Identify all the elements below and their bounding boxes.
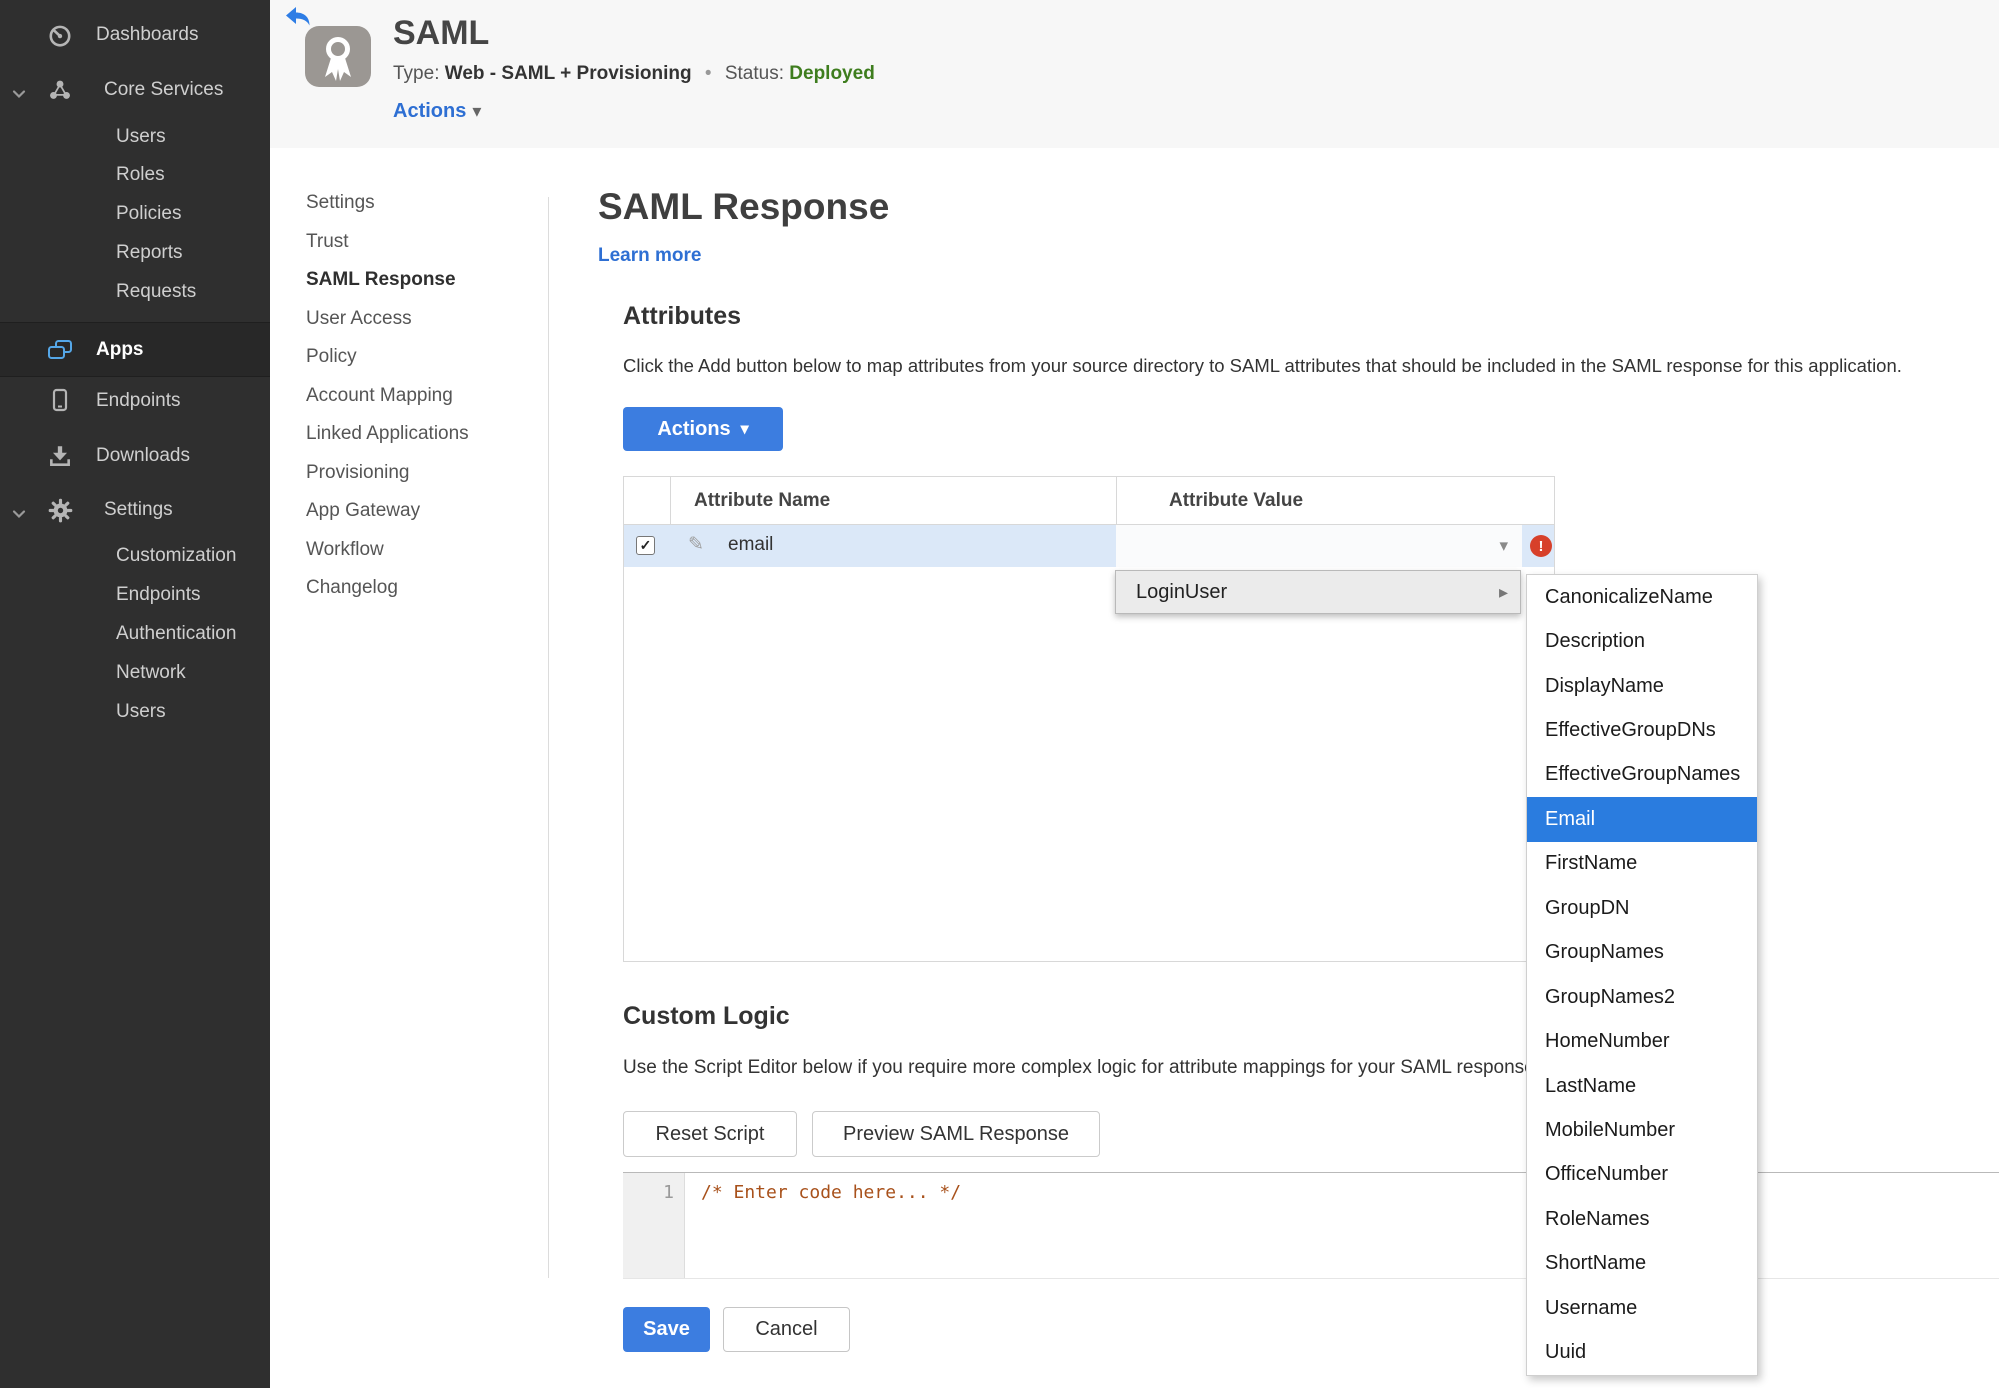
- tab-changelog[interactable]: Changelog: [306, 577, 398, 604]
- sidebar-item-endpoints[interactable]: Endpoints: [0, 379, 270, 423]
- tab-account-mapping[interactable]: Account Mapping: [306, 385, 453, 412]
- tab-linked-applications[interactable]: Linked Applications: [306, 423, 469, 450]
- menu-item-loginuser[interactable]: LoginUser ▸: [1115, 570, 1521, 614]
- sidebar-item-apps[interactable]: Apps: [0, 322, 270, 377]
- app-meta: Type: Web - SAML + Provisioning • Status…: [393, 63, 875, 85]
- sidebar-item-settings-users[interactable]: Users: [0, 690, 270, 734]
- submenu-arrow-icon: ▸: [1498, 581, 1508, 602]
- apps-icon: [44, 338, 76, 362]
- loginuser-submenu: CanonicalizeName Description DisplayName…: [1526, 574, 1758, 1376]
- menu-item-username[interactable]: Username: [1527, 1286, 1757, 1330]
- error-icon: !: [1530, 535, 1552, 557]
- meta-separator: •: [704, 63, 712, 84]
- sidebar-item-settings[interactable]: Settings: [0, 488, 270, 532]
- type-label: Type:: [393, 63, 440, 84]
- gauge-icon: [44, 22, 76, 48]
- sidebar-item-settings-endpoints[interactable]: Endpoints: [0, 573, 270, 617]
- editor-code-area[interactable]: /* Enter code here... */: [685, 1173, 1999, 1278]
- save-button[interactable]: Save: [623, 1307, 710, 1352]
- menu-item-effectivegroupnames[interactable]: EffectiveGroupNames: [1527, 753, 1757, 797]
- custom-logic-heading: Custom Logic: [623, 1002, 790, 1030]
- preview-saml-response-button[interactable]: Preview SAML Response: [812, 1111, 1100, 1157]
- attributes-description: Click the Add button below to map attrib…: [623, 355, 1902, 376]
- sidebar-item-authentication[interactable]: Authentication: [0, 612, 270, 656]
- menu-item-firstname[interactable]: FirstName: [1527, 842, 1757, 886]
- menu-item-groupnames2[interactable]: GroupNames2: [1527, 975, 1757, 1019]
- gear-icon: [44, 497, 76, 524]
- tab-settings[interactable]: Settings: [306, 192, 375, 219]
- row-checkbox[interactable]: ✓: [636, 536, 655, 555]
- cancel-button[interactable]: Cancel: [723, 1307, 850, 1352]
- header-actions-menu[interactable]: Actions ▾: [393, 100, 481, 123]
- edit-pencil-icon[interactable]: ✎: [688, 533, 704, 556]
- reset-script-button[interactable]: Reset Script: [623, 1111, 797, 1157]
- tab-trust[interactable]: Trust: [306, 231, 349, 258]
- tab-workflow[interactable]: Workflow: [306, 539, 384, 566]
- status-value: Deployed: [789, 63, 875, 84]
- sidebar-item-network[interactable]: Network: [0, 651, 270, 695]
- sidebar: Dashboards Core Services Users Roles Pol…: [0, 0, 270, 1388]
- download-icon: [44, 443, 76, 469]
- menu-item-email[interactable]: Email: [1527, 797, 1757, 842]
- menu-item-effectivegroupdns[interactable]: EffectiveGroupDNs: [1527, 708, 1757, 752]
- tab-provisioning[interactable]: Provisioning: [306, 462, 410, 489]
- attributes-actions-button[interactable]: Actions ▾: [623, 407, 783, 451]
- status-label: Status:: [724, 63, 784, 84]
- sidebar-item-reports[interactable]: Reports: [0, 231, 270, 275]
- page-title: SAML Response: [598, 186, 890, 227]
- menu-item-groupdn[interactable]: GroupDN: [1527, 886, 1757, 930]
- menu-item-canonicalizename[interactable]: CanonicalizeName: [1527, 575, 1757, 619]
- sidebar-item-customization[interactable]: Customization: [0, 534, 270, 578]
- column-header-attribute-value: Attribute Value: [1169, 490, 1304, 511]
- script-editor: 1 /* Enter code here... */: [623, 1172, 1999, 1279]
- learn-more-link[interactable]: Learn more: [598, 245, 701, 267]
- sidebar-item-requests[interactable]: Requests: [0, 270, 270, 314]
- sidebar-item-dashboards[interactable]: Dashboards: [0, 13, 270, 57]
- attribute-name-cell: email: [728, 534, 774, 555]
- type-value: Web - SAML + Provisioning: [444, 63, 692, 84]
- table-row[interactable]: ✓ ✎ email ▾ !: [624, 525, 1554, 567]
- editor-line-gutter: 1: [623, 1173, 685, 1278]
- cluster-icon: [44, 77, 76, 103]
- phone-icon: [44, 388, 76, 414]
- sidebar-item-roles[interactable]: Roles: [0, 153, 270, 197]
- menu-item-mobilenumber[interactable]: MobileNumber: [1527, 1108, 1757, 1152]
- menu-item-officenumber[interactable]: OfficeNumber: [1527, 1153, 1757, 1197]
- menu-item-shortname[interactable]: ShortName: [1527, 1242, 1757, 1286]
- check-icon: ✓: [639, 537, 652, 553]
- menu-item-groupnames[interactable]: GroupNames: [1527, 931, 1757, 975]
- column-header-attribute-name: Attribute Name: [694, 490, 831, 511]
- menu-item-description[interactable]: Description: [1527, 619, 1757, 663]
- sidebar-item-core-services[interactable]: Core Services: [0, 68, 270, 112]
- caret-down-icon: ▾: [1499, 536, 1508, 555]
- menu-item-lastname[interactable]: LastName: [1527, 1064, 1757, 1108]
- menu-item-uuid[interactable]: Uuid: [1527, 1330, 1757, 1374]
- caret-down-icon: ▾: [472, 101, 482, 121]
- menu-item-homenumber[interactable]: HomeNumber: [1527, 1019, 1757, 1063]
- caret-down-icon: ▾: [740, 421, 749, 438]
- tab-app-gateway[interactable]: App Gateway: [306, 500, 420, 527]
- custom-logic-description: Use the Script Editor below if you requi…: [623, 1057, 1540, 1078]
- menu-item-rolenames[interactable]: RoleNames: [1527, 1197, 1757, 1241]
- table-header: Attribute Name Attribute Value: [624, 477, 1554, 525]
- tab-policy[interactable]: Policy: [306, 346, 357, 373]
- app-title: SAML: [393, 14, 490, 52]
- tab-user-access[interactable]: User Access: [306, 308, 412, 335]
- attributes-table: Attribute Name Attribute Value ✓ ✎ email…: [623, 476, 1555, 962]
- app-ribbon-badge-icon: [305, 26, 371, 89]
- chevron-down-icon[interactable]: [12, 84, 26, 106]
- app-header: SAML Type: Web - SAML + Provisioning • S…: [270, 0, 1999, 148]
- menu-item-displayname[interactable]: DisplayName: [1527, 664, 1757, 708]
- attributes-heading: Attributes: [623, 302, 742, 330]
- sidebar-item-policies[interactable]: Policies: [0, 192, 270, 236]
- sidebar-item-downloads[interactable]: Downloads: [0, 434, 270, 478]
- nav-content-divider: [548, 197, 549, 1278]
- chevron-down-icon[interactable]: [12, 504, 26, 526]
- attribute-value-combobox[interactable]: ▾: [1116, 525, 1522, 567]
- tab-saml-response[interactable]: SAML Response: [306, 269, 456, 296]
